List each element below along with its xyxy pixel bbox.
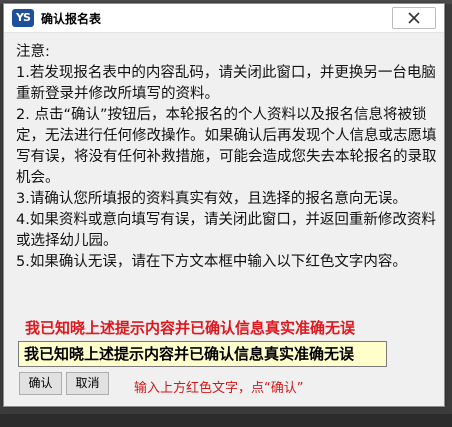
confirm-phrase-label: 我已知晓上述提示内容并已确认信息真实准确无误 (25, 319, 356, 337)
confirm-dialog: YS 确认报名表 注意: 1.若发现报名表中的内容乱码，请关闭此窗口，并更换另一… (3, 3, 445, 407)
title-bar[interactable]: YS 确认报名表 (4, 4, 444, 33)
confirm-button[interactable]: 确认 (19, 372, 62, 395)
notice-item-5: 5.如果确认无误，请在下方文本框中输入以下红色文字内容。 (16, 254, 407, 270)
confirm-phrase-input[interactable]: 我已知晓上述提示内容并已确认信息真实准确无误 (18, 341, 387, 367)
notice-heading: 注意: (16, 44, 50, 60)
notice-item-1: 1.若发现报名表中的内容乱码，请关闭此窗口，并更换另一台电脑重新登录并修改所填写… (16, 65, 436, 102)
close-button[interactable] (392, 7, 436, 29)
cancel-button[interactable]: 取消 (66, 372, 109, 395)
notice-text: 注意: 1.若发现报名表中的内容乱码，请关闭此窗口，并更换另一台电脑重新登录并修… (16, 42, 438, 273)
desktop-background-bottom (0, 414, 452, 427)
app-logo-icon: YS (12, 9, 34, 27)
notice-item-3: 3.请确认您所填报的资料真实有效，且选择的报名意向无误。 (16, 191, 407, 207)
instruction-hint: 输入上方红色文字，点“确认” (134, 381, 304, 396)
close-icon (408, 12, 420, 24)
window-title: 确认报名表 (41, 12, 102, 26)
notice-item-2: 2. 点击“确认”按钮后，本轮报名的个人资料以及报名信息将被锁定，无法进行任何修… (16, 107, 437, 186)
notice-item-4: 4.如果资料或意向填写有误，请关闭此窗口，并返回重新修改资料或选择幼儿园。 (16, 212, 436, 249)
